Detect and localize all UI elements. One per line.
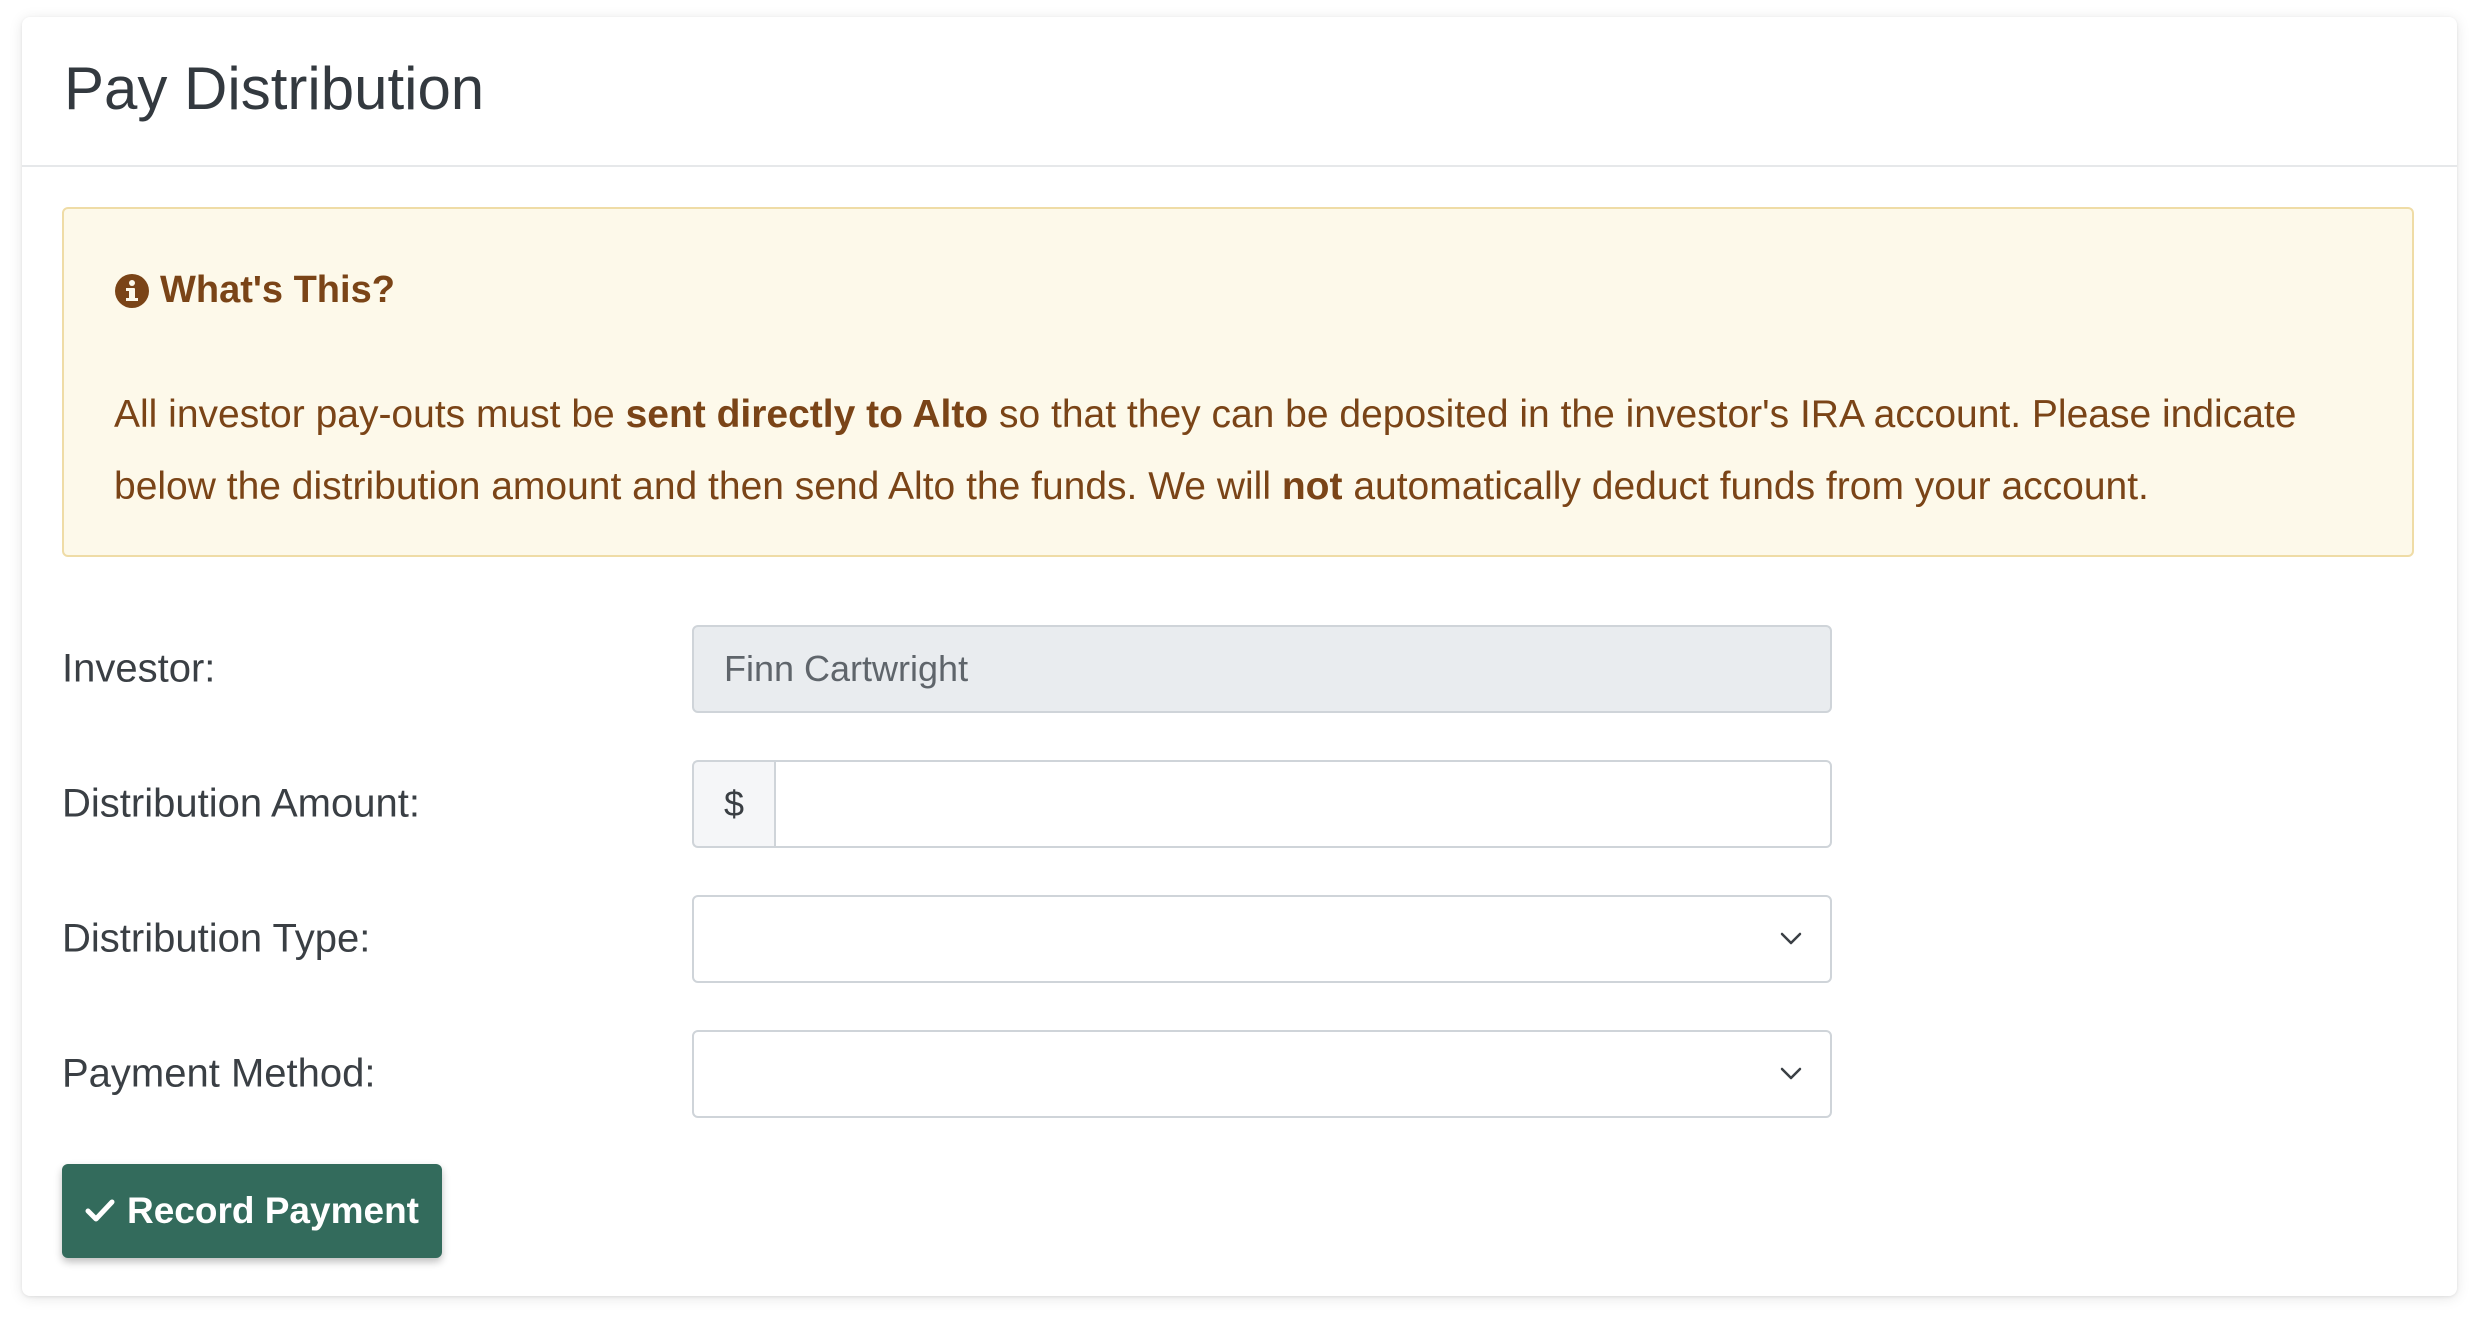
check-icon: [85, 1199, 115, 1222]
amount-input-group: $: [692, 760, 1832, 848]
alert-body-bold-2: not: [1281, 465, 1343, 508]
distribution-type-select[interactable]: [692, 895, 1832, 983]
distribution-amount-label: Distribution Amount:: [62, 781, 420, 826]
alert-body-text-1: All investor pay-outs must be: [114, 393, 626, 436]
payment-method-label: Payment Method:: [62, 1051, 376, 1096]
currency-prefix: $: [692, 760, 774, 848]
investor-label: Investor:: [62, 646, 216, 691]
investor-field: Finn Cartwright: [692, 625, 1832, 713]
record-payment-label: Record Payment: [127, 1190, 419, 1231]
info-alert: What's This? All investor pay-outs must …: [62, 207, 2414, 557]
investor-row: Investor: Finn Cartwright: [62, 625, 1852, 713]
page-title: Pay Distribution: [64, 55, 485, 122]
distribution-type-label: Distribution Type:: [62, 916, 371, 961]
info-circle-icon: [115, 273, 149, 308]
alert-body-bold-1: sent directly to Alto: [625, 393, 989, 436]
method-row: Payment Method:: [62, 1030, 1852, 1118]
alert-heading: What's This?: [114, 269, 395, 312]
record-payment-button[interactable]: Record Payment: [62, 1164, 442, 1258]
type-row: Distribution Type:: [62, 895, 1852, 983]
payment-method-select[interactable]: [692, 1030, 1832, 1118]
card-header: Pay Distribution: [22, 17, 2457, 167]
pay-distribution-card: Pay Distribution What's This? All invest…: [22, 17, 2457, 1296]
chevron-down-icon: [1780, 1067, 1802, 1080]
distribution-amount-input[interactable]: [774, 760, 1832, 848]
alert-body-text-3: automatically deduct funds from your acc…: [1342, 465, 2149, 508]
amount-row: Distribution Amount: $: [62, 760, 1852, 848]
alert-body: All investor pay-outs must be sent direc…: [114, 379, 2374, 523]
alert-heading-text: What's This?: [160, 269, 395, 311]
chevron-down-icon: [1780, 932, 1802, 945]
